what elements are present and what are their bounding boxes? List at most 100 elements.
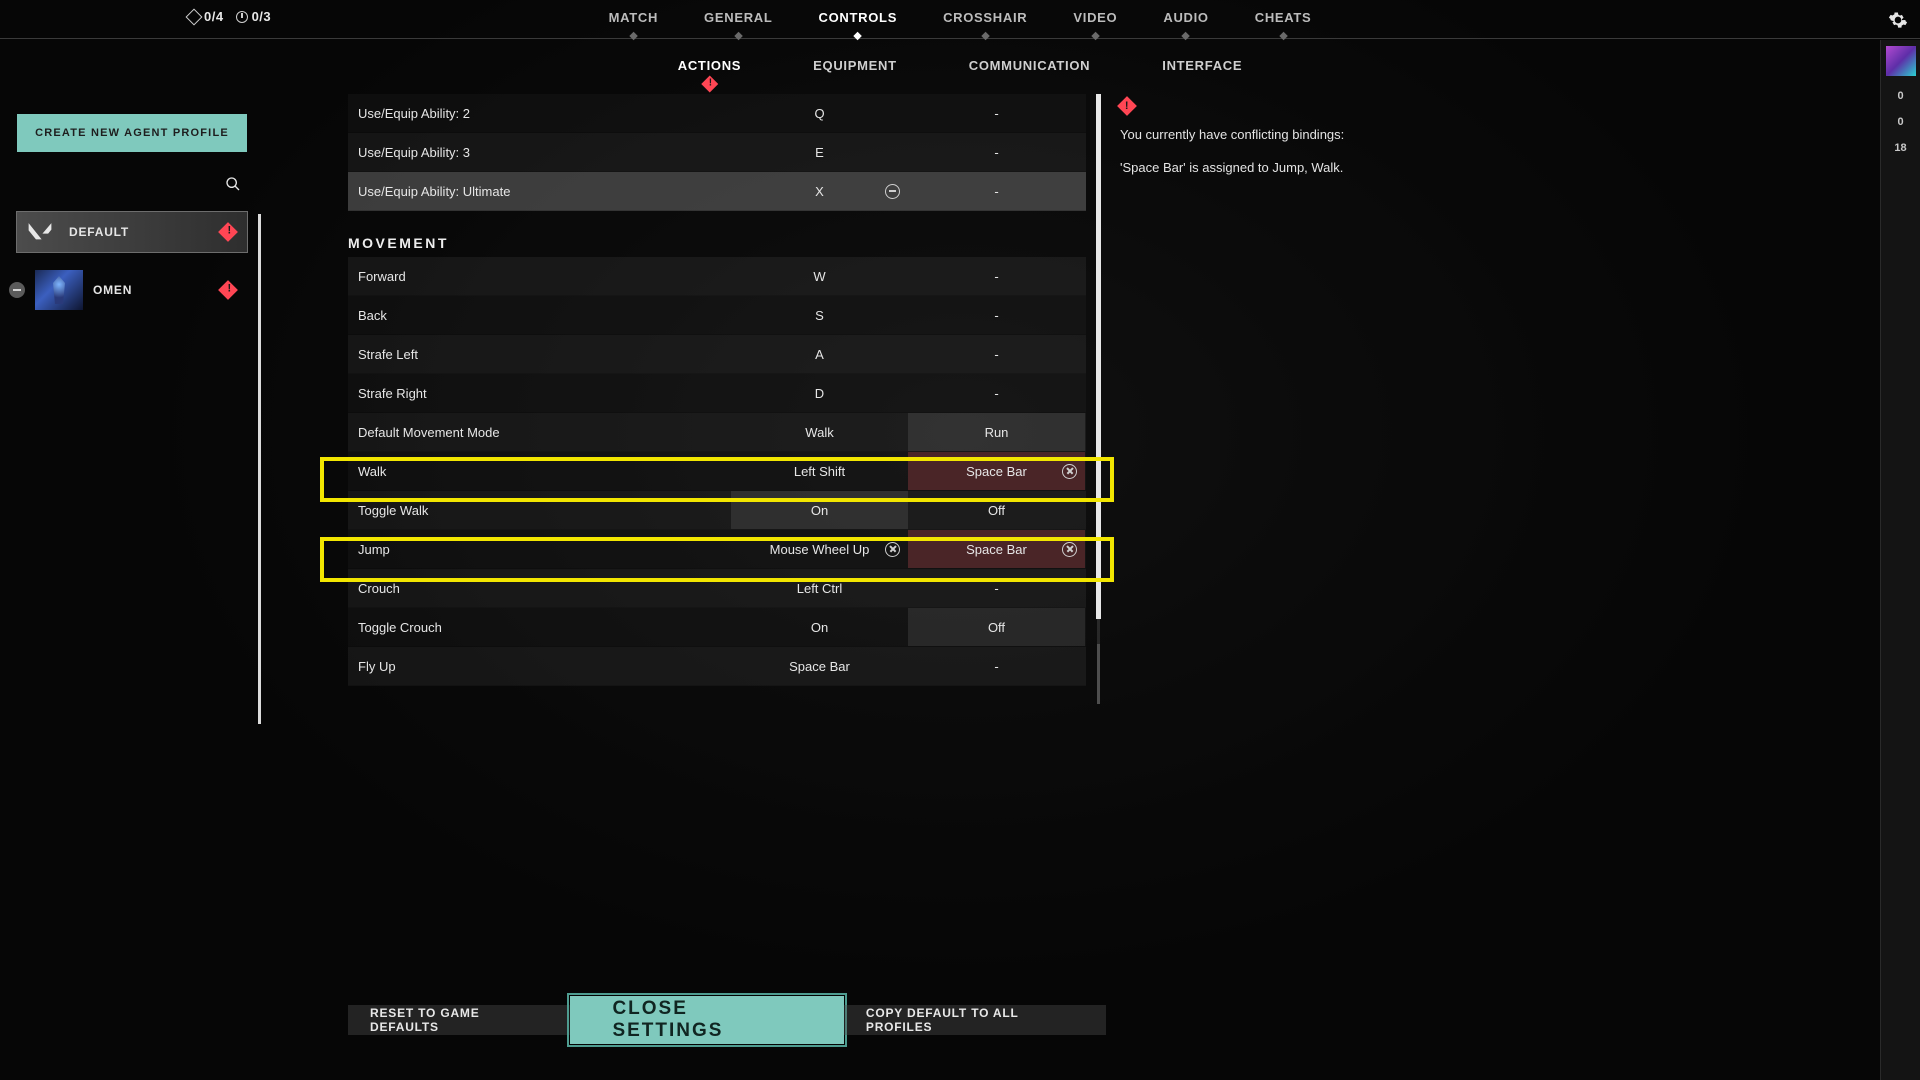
binding-primary[interactable]: On bbox=[731, 491, 908, 529]
binding-secondary[interactable]: - bbox=[908, 374, 1085, 412]
warning-icon bbox=[218, 222, 238, 242]
warning-icon bbox=[1117, 96, 1137, 116]
tab-audio[interactable]: AUDIO bbox=[1163, 10, 1208, 25]
subtab-equipment[interactable]: EQUIPMENT bbox=[813, 58, 897, 73]
binding-secondary[interactable]: Space Bar bbox=[908, 530, 1085, 568]
binding-primary[interactable]: Space Bar bbox=[731, 647, 908, 685]
binding-primary[interactable]: Q bbox=[731, 94, 908, 132]
binding-primary[interactable]: Left Shift bbox=[731, 452, 908, 490]
omen-portrait-icon bbox=[35, 270, 83, 310]
conflict-warning-panel: You currently have conflicting bindings:… bbox=[1120, 99, 1380, 178]
binding-row: CrouchLeft Ctrl- bbox=[348, 569, 1086, 608]
warning-icon bbox=[218, 280, 238, 300]
counter-diamond: 0/4 bbox=[188, 9, 224, 24]
create-profile-button[interactable]: CREATE NEW AGENT PROFILE bbox=[17, 114, 247, 152]
bindings-rows: Use/Equip Ability: 2Q-Use/Equip Ability:… bbox=[348, 94, 1086, 980]
binding-label: Crouch bbox=[348, 581, 731, 596]
binding-label: Back bbox=[348, 308, 731, 323]
search-button[interactable] bbox=[17, 176, 247, 192]
binding-row: Fly UpSpace Bar- bbox=[348, 647, 1086, 686]
valorant-logo-icon bbox=[23, 216, 57, 248]
binding-label: Default Movement Mode bbox=[348, 425, 731, 440]
circle-icon bbox=[236, 11, 248, 23]
binding-label: Forward bbox=[348, 269, 731, 284]
binding-secondary[interactable]: Space Bar bbox=[908, 452, 1085, 490]
player-card-icon[interactable] bbox=[1886, 46, 1916, 76]
rail-value-2: 0 bbox=[1897, 116, 1903, 128]
diamond-icon bbox=[186, 8, 203, 25]
reset-defaults-button[interactable]: RESET TO GAME DEFAULTS bbox=[348, 1005, 570, 1035]
binding-primary[interactable]: S bbox=[731, 296, 908, 334]
scrollbar-track-bottom bbox=[1097, 644, 1100, 704]
tab-video[interactable]: VIDEO bbox=[1073, 10, 1117, 25]
clear-binding-icon[interactable] bbox=[885, 542, 900, 557]
binding-secondary[interactable]: - bbox=[908, 647, 1085, 685]
conflict-line1: You currently have conflicting bindings: bbox=[1120, 125, 1380, 145]
rail-value-1: 0 bbox=[1897, 90, 1903, 102]
bindings-panel: Use/Equip Ability: 2Q-Use/Equip Ability:… bbox=[348, 94, 1086, 980]
tab-general[interactable]: GENERAL bbox=[704, 10, 772, 25]
binding-row: WalkLeft ShiftSpace Bar bbox=[348, 452, 1086, 491]
scrollbar-thumb[interactable] bbox=[1096, 94, 1101, 619]
remove-profile-icon[interactable] bbox=[9, 282, 25, 298]
binding-row: Default Movement ModeWalkRun bbox=[348, 413, 1086, 452]
section-header: MOVEMENT bbox=[348, 211, 1086, 257]
binding-row: Use/Equip Ability: 3E- bbox=[348, 133, 1086, 172]
binding-label: Use/Equip Ability: 2 bbox=[348, 106, 731, 121]
tab-crosshair[interactable]: CROSSHAIR bbox=[943, 10, 1027, 25]
subtab-communication[interactable]: COMMUNICATION bbox=[969, 58, 1091, 73]
conflict-line2: 'Space Bar' is assigned to Jump, Walk. bbox=[1120, 158, 1380, 178]
clear-binding-icon[interactable] bbox=[885, 184, 900, 199]
binding-label: Use/Equip Ability: 3 bbox=[348, 145, 731, 160]
binding-row: Use/Equip Ability: 2Q- bbox=[348, 94, 1086, 133]
binding-secondary[interactable]: - bbox=[908, 257, 1085, 295]
binding-secondary[interactable]: Off bbox=[908, 608, 1085, 646]
binding-row: Toggle CrouchOnOff bbox=[348, 608, 1086, 647]
binding-secondary[interactable]: - bbox=[908, 569, 1085, 607]
tab-cheats[interactable]: CHEATS bbox=[1255, 10, 1312, 25]
binding-primary[interactable]: W bbox=[731, 257, 908, 295]
binding-primary[interactable]: X bbox=[731, 172, 908, 210]
gear-icon[interactable] bbox=[1888, 10, 1908, 30]
binding-primary[interactable]: D bbox=[731, 374, 908, 412]
binding-label: Walk bbox=[348, 464, 731, 479]
clear-binding-icon[interactable] bbox=[1062, 542, 1077, 557]
binding-row: Strafe LeftA- bbox=[348, 335, 1086, 374]
binding-label: Strafe Right bbox=[348, 386, 731, 401]
close-settings-button[interactable]: CLOSE SETTINGS bbox=[570, 996, 843, 1044]
profile-default[interactable]: DEFAULT bbox=[17, 212, 247, 252]
binding-label: Toggle Walk bbox=[348, 503, 731, 518]
search-icon bbox=[225, 176, 241, 192]
binding-secondary[interactable]: - bbox=[908, 172, 1085, 210]
binding-primary[interactable]: Left Ctrl bbox=[731, 569, 908, 607]
subtab-actions-label: ACTIONS bbox=[678, 58, 741, 73]
binding-primary[interactable]: Walk bbox=[731, 413, 908, 451]
binding-secondary[interactable]: - bbox=[908, 335, 1085, 373]
binding-primary[interactable]: On bbox=[731, 608, 908, 646]
counter-circle-value: 0/3 bbox=[252, 9, 272, 24]
footer-bar: RESET TO GAME DEFAULTS CLOSE SETTINGS CO… bbox=[348, 996, 1106, 1044]
binding-secondary[interactable]: - bbox=[908, 296, 1085, 334]
clear-binding-icon[interactable] bbox=[1062, 464, 1077, 479]
tab-controls[interactable]: CONTROLS bbox=[819, 10, 898, 25]
counter-circle: 0/3 bbox=[236, 9, 272, 24]
copy-default-button[interactable]: COPY DEFAULT TO ALL PROFILES bbox=[844, 1005, 1106, 1035]
profile-divider bbox=[258, 214, 261, 724]
binding-label: Fly Up bbox=[348, 659, 731, 674]
binding-primary[interactable]: Mouse Wheel Up bbox=[731, 530, 908, 568]
binding-primary[interactable]: A bbox=[731, 335, 908, 373]
binding-secondary[interactable]: Off bbox=[908, 491, 1085, 529]
binding-primary[interactable]: E bbox=[731, 133, 908, 171]
right-rail: 0 0 18 bbox=[1880, 40, 1920, 1080]
profile-list: DEFAULT OMEN bbox=[17, 212, 247, 310]
profile-omen[interactable]: OMEN bbox=[17, 270, 247, 310]
tab-match[interactable]: MATCH bbox=[609, 10, 658, 25]
binding-secondary[interactable]: - bbox=[908, 133, 1085, 171]
binding-label: Use/Equip Ability: Ultimate bbox=[348, 184, 731, 199]
main-tabs: MATCH GENERAL CONTROLS CROSSHAIR VIDEO A… bbox=[609, 10, 1312, 25]
subtab-actions[interactable]: ACTIONS bbox=[678, 58, 741, 73]
binding-secondary[interactable]: Run bbox=[908, 413, 1085, 451]
binding-secondary[interactable]: - bbox=[908, 94, 1085, 132]
subtab-interface[interactable]: INTERFACE bbox=[1162, 58, 1242, 73]
binding-label: Strafe Left bbox=[348, 347, 731, 362]
